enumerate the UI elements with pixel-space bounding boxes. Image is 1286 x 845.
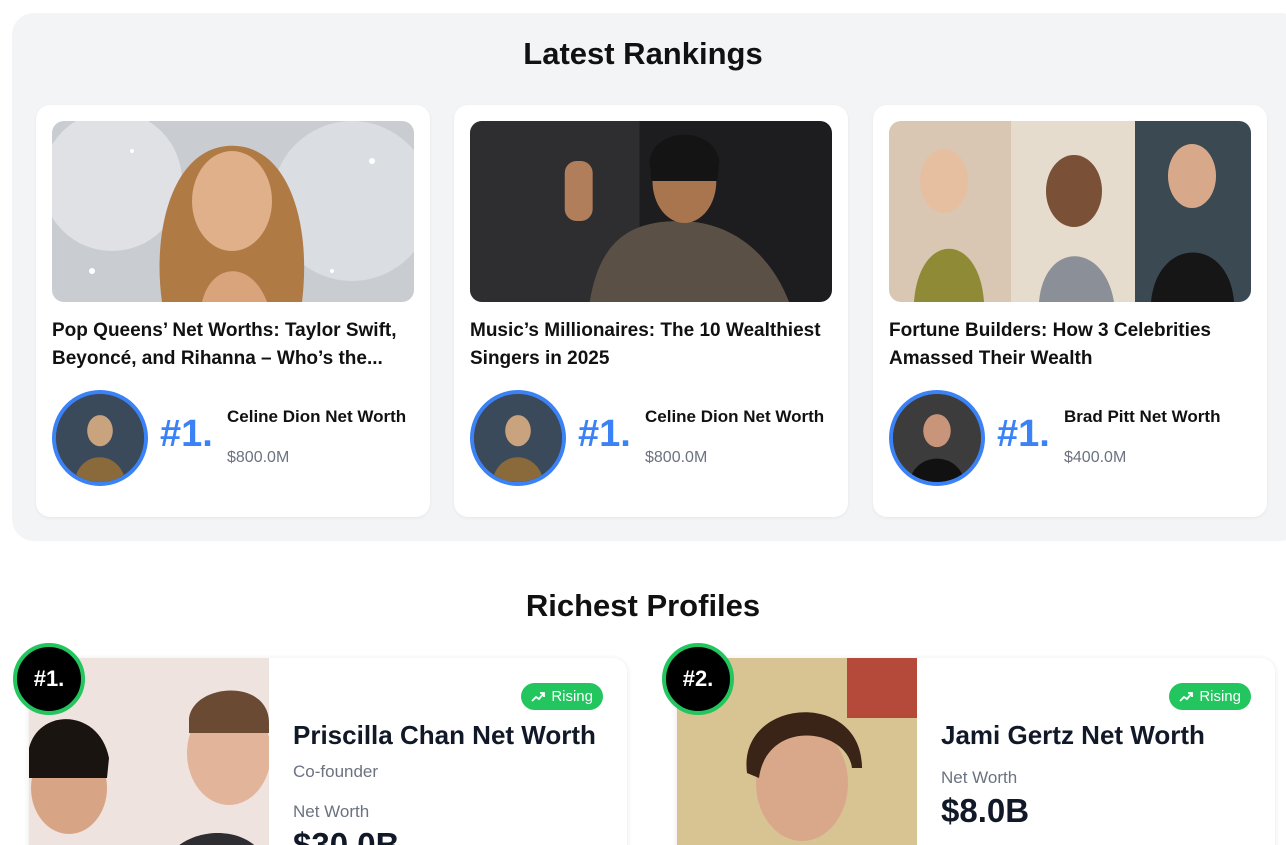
ranking-card[interactable]: Fortune Builders: How 3 Celebrities Amas… (873, 105, 1267, 517)
latest-rankings-title: Latest Rankings (523, 36, 763, 71)
celebrity-avatar[interactable] (470, 390, 566, 486)
profile-rank-badge: #2. (662, 643, 734, 715)
ranked-person-link[interactable]: Brad Pitt Net Worth (1064, 407, 1220, 427)
net-worth-value: $30.0B (293, 826, 400, 845)
trending-up-icon (1179, 691, 1194, 702)
latest-rankings-section: Latest Rankings Pop Queens’ Net Worths: … (12, 13, 1286, 541)
ranking-card-title[interactable]: Music’s Millionaires: The 10 Wealthiest … (470, 317, 835, 373)
ranked-person-link[interactable]: Celine Dion Net Worth (227, 407, 406, 427)
rising-label: Rising (551, 688, 593, 705)
rising-label: Rising (1199, 688, 1241, 705)
ranking-card-image[interactable] (889, 121, 1251, 302)
net-worth-value: $8.0B (941, 792, 1030, 829)
trending-up-icon (531, 691, 546, 702)
ranking-card[interactable]: Pop Queens’ Net Worths: Taylor Swift, Be… (36, 105, 430, 517)
rank-number: #1. (578, 413, 631, 455)
ranking-card-title[interactable]: Fortune Builders: How 3 Celebrities Amas… (889, 317, 1254, 373)
rising-badge: Rising (1169, 683, 1251, 710)
ranking-card-image[interactable] (470, 121, 832, 302)
ranked-person-link[interactable]: Celine Dion Net Worth (645, 407, 824, 427)
profile-card[interactable]: Rising Jami Gertz Net Worth Net Worth $8… (677, 658, 1275, 845)
rank-number: #1. (997, 413, 1050, 455)
profile-role: Co-founder (293, 762, 379, 781)
ranking-card-title[interactable]: Pop Queens’ Net Worths: Taylor Swift, Be… (52, 317, 417, 373)
profile-rank-badge: #1. (13, 643, 85, 715)
profile-card[interactable]: Rising Priscilla Chan Net Worth Co-found… (29, 658, 627, 845)
profile-name[interactable]: Jami Gertz Net Worth (941, 720, 1205, 751)
net-worth-label: Net Worth (941, 768, 1018, 787)
rising-badge: Rising (521, 683, 603, 710)
profile-name[interactable]: Priscilla Chan Net Worth (293, 720, 596, 751)
net-worth-value: $800.0M (645, 449, 708, 466)
net-worth-value: $400.0M (1064, 449, 1127, 466)
net-worth-value: $800.0M (227, 449, 290, 466)
celebrity-avatar[interactable] (889, 390, 985, 486)
richest-profiles-title: Richest Profiles (525, 588, 761, 623)
rank-number: #1. (160, 413, 213, 455)
net-worth-label: Net Worth (293, 802, 370, 821)
ranking-card[interactable]: Music’s Millionaires: The 10 Wealthiest … (454, 105, 848, 517)
celebrity-avatar[interactable] (52, 390, 148, 486)
ranking-card-image[interactable] (52, 121, 414, 302)
